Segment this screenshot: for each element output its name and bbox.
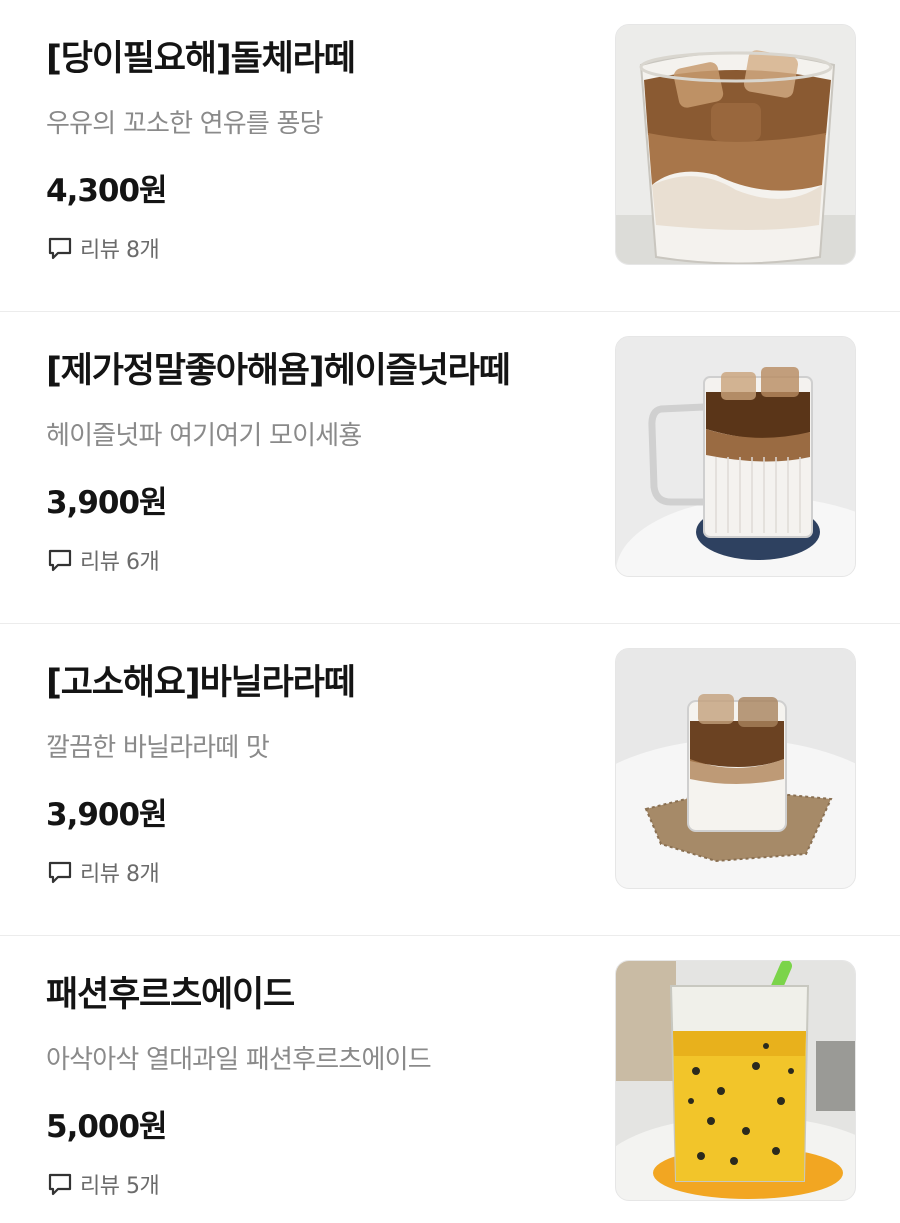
menu-item-passionfruit-ade[interactable]: 패션후르츠에이드 아삭아삭 열대과일 패션후르츠에이드 5,000원 리뷰 5개 <box>0 936 900 1223</box>
menu-item-price: 4,300원 <box>46 173 168 209</box>
menu-item-review-count[interactable]: 리뷰 5개 <box>46 1168 160 1200</box>
menu-item-description: 아삭아삭 열대과일 패션후르츠에이드 <box>46 1045 432 1075</box>
menu-item-price: 3,900원 <box>46 797 168 833</box>
menu-item-name: [고소해요]바닐라라떼 <box>46 663 356 703</box>
menu-item-price: 3,900원 <box>46 485 168 521</box>
menu-item-review-count[interactable]: 리뷰 8개 <box>46 232 160 264</box>
menu-item-name: [제가정말좋아해욤]헤이즐넛라떼 <box>46 351 511 391</box>
menu-item-vanilla-latte[interactable]: [고소해요]바닐라라떼 깔끔한 바닐라라떼 맛 3,900원 리뷰 8개 <box>0 624 900 936</box>
menu-item-description: 헤이즐넛파 여기여기 모이세횽 <box>46 421 362 451</box>
review-label: 리뷰 8개 <box>80 862 160 887</box>
menu-item-name: [당이필요해]돌체라떼 <box>46 39 356 79</box>
speech-bubble-icon <box>48 549 72 572</box>
menu-item-review-count[interactable]: 리뷰 8개 <box>46 856 160 888</box>
menu-item-hazelnut-latte[interactable]: [제가정말좋아해욤]헤이즐넛라떼 헤이즐넛파 여기여기 모이세횽 3,900원 … <box>0 312 900 624</box>
speech-bubble-icon <box>48 1173 72 1196</box>
menu-item-price: 5,000원 <box>46 1109 168 1145</box>
menu-item-photo[interactable] <box>615 24 856 265</box>
menu-item-name: 패션후르츠에이드 <box>46 975 295 1015</box>
menu-item-review-count[interactable]: 리뷰 6개 <box>46 544 160 576</box>
speech-bubble-icon <box>48 861 72 884</box>
passionfruit-ade-image <box>616 961 855 1200</box>
dolce-latte-image <box>616 25 855 264</box>
vanilla-latte-image <box>616 649 855 888</box>
menu-item-photo[interactable] <box>615 336 856 577</box>
menu-item-dolce-latte[interactable]: [당이필요해]돌체라떼 우유의 꼬소한 연유를 퐁당 4,300원 리뷰 8개 <box>0 0 900 312</box>
menu-item-description: 깔끔한 바닐라라떼 맛 <box>46 733 270 763</box>
menu-item-photo[interactable] <box>615 648 856 889</box>
menu-list: [당이필요해]돌체라떼 우유의 꼬소한 연유를 퐁당 4,300원 리뷰 8개 <box>0 0 900 1223</box>
menu-item-description: 우유의 꼬소한 연유를 퐁당 <box>46 109 324 139</box>
speech-bubble-icon <box>48 237 72 260</box>
review-label: 리뷰 8개 <box>80 238 160 263</box>
review-label: 리뷰 5개 <box>80 1174 160 1199</box>
hazelnut-latte-image <box>616 337 855 576</box>
menu-item-photo[interactable] <box>615 960 856 1201</box>
review-label: 리뷰 6개 <box>80 550 160 575</box>
